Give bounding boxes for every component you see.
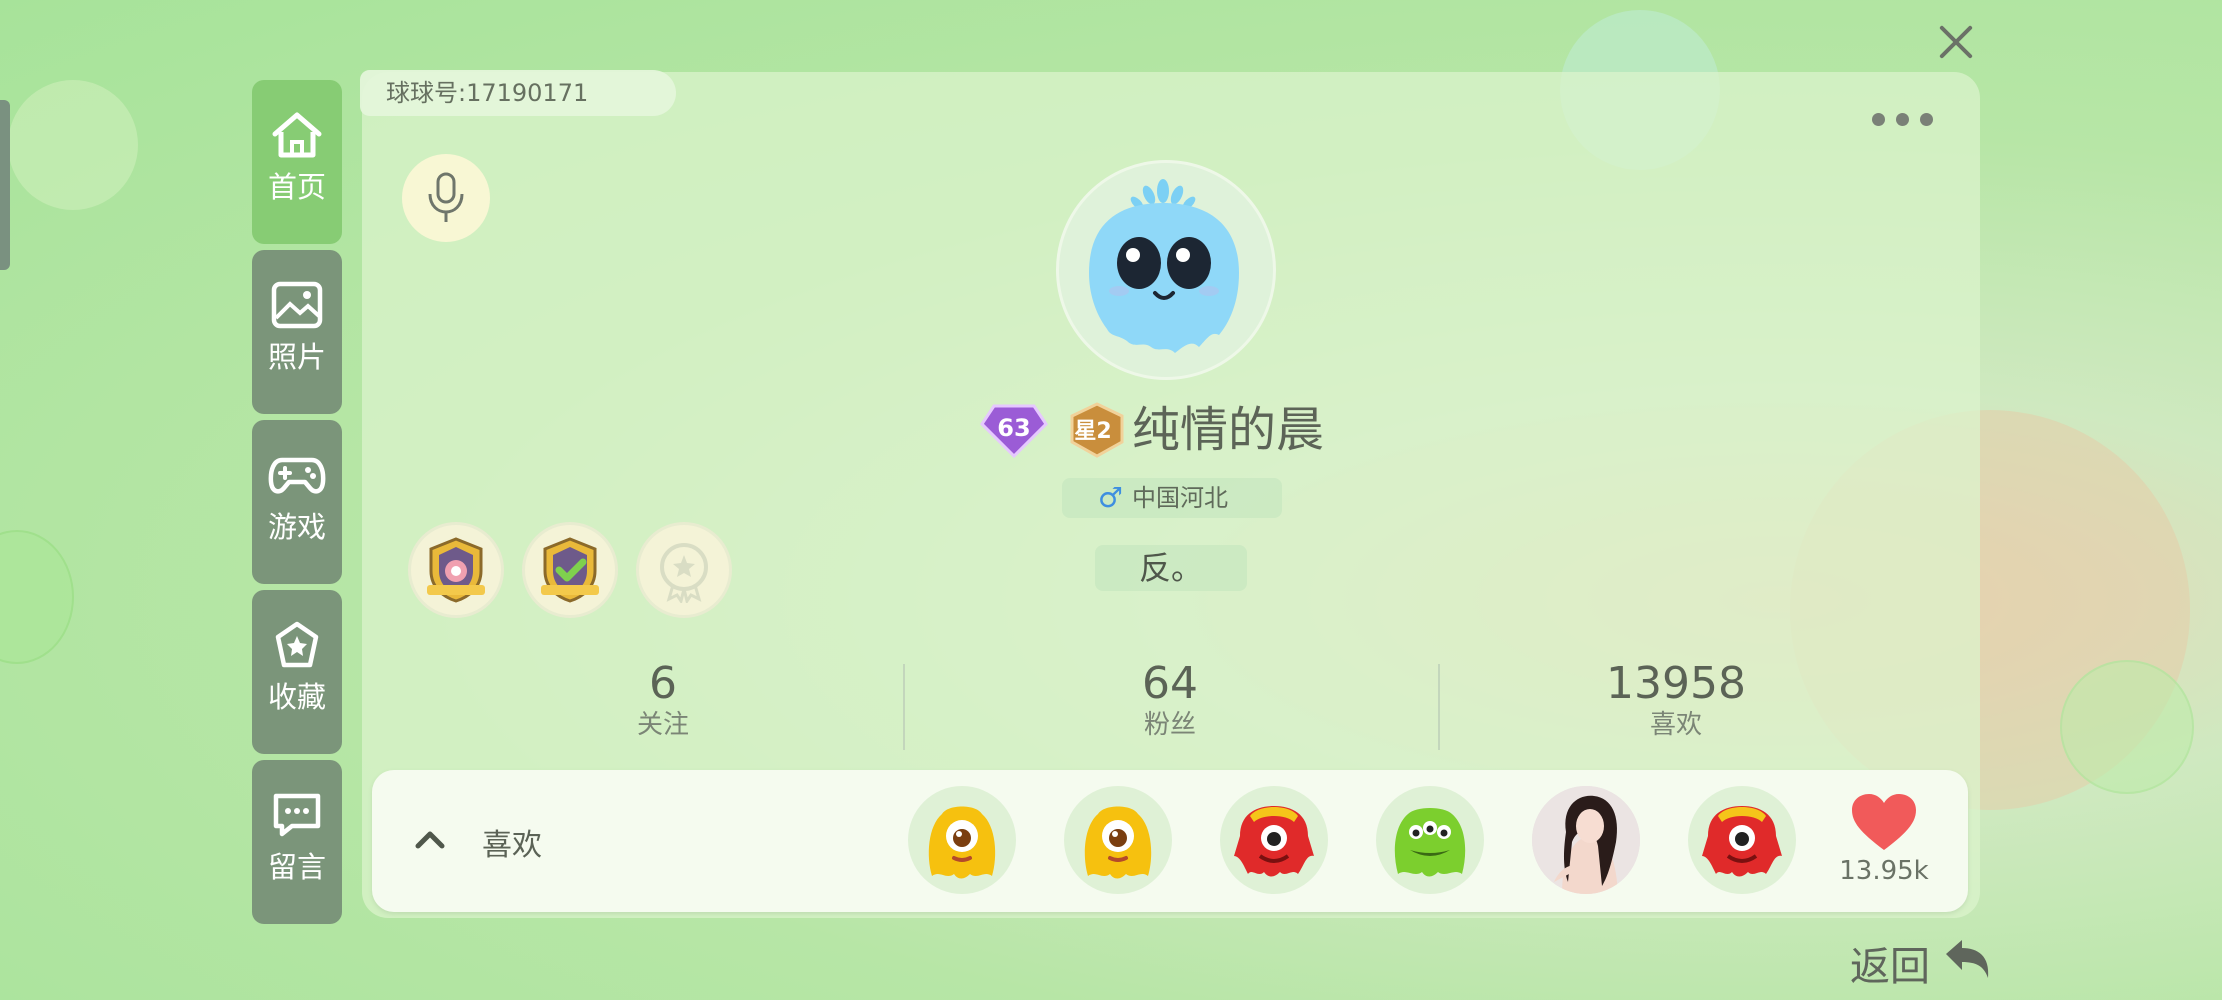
- empty-medal-icon: [660, 543, 708, 603]
- more-dot-icon: [1872, 113, 1885, 126]
- back-button[interactable]: 返回: [1850, 930, 2000, 990]
- nickname-row: 63 星2 纯情的晨: [980, 398, 1400, 462]
- yellow-monster-icon: [1084, 806, 1152, 879]
- green-monster-icon: [1394, 808, 1466, 877]
- medal-badge[interactable]: [522, 522, 618, 618]
- sidebar-item-favorites[interactable]: 收藏: [252, 590, 342, 754]
- liker-avatar[interactable]: [1064, 786, 1172, 894]
- sidebar-item-label: 首页: [267, 170, 326, 204]
- avatar[interactable]: [1056, 160, 1276, 380]
- stat-divider: [1438, 664, 1440, 750]
- likes-label: 喜欢: [482, 828, 542, 863]
- stat-label: 关注: [636, 710, 689, 740]
- home-icon: [272, 112, 322, 158]
- level-badge-icon: 63: [980, 404, 1048, 458]
- photo-avatar-icon: [1532, 786, 1640, 894]
- image-icon: [271, 281, 323, 329]
- liker-avatar[interactable]: [908, 786, 1016, 894]
- like-button[interactable]: 13.95k: [1834, 792, 1934, 892]
- lollipop-medal-icon: [427, 537, 485, 603]
- likes-collapse-toggle[interactable]: 喜欢: [412, 816, 572, 866]
- likes-bar: 喜欢 13.95k: [372, 770, 1968, 912]
- stat-following[interactable]: 6 关注: [513, 660, 813, 742]
- liker-avatar[interactable]: [1688, 786, 1796, 894]
- background-bubble: [0, 530, 74, 664]
- red-monster-icon: [1234, 806, 1314, 877]
- sidebar-item-label: 留言: [267, 850, 326, 884]
- liker-avatar[interactable]: [1376, 786, 1484, 894]
- stat-followers[interactable]: 64 粉丝: [1020, 660, 1320, 742]
- stat-value: 64: [1142, 658, 1198, 709]
- sidebar-item-label: 照片: [267, 340, 326, 374]
- nickname: 纯情的晨: [1132, 402, 1325, 458]
- microphone-icon: [428, 172, 464, 222]
- liker-avatar[interactable]: [1532, 786, 1640, 894]
- more-options-button[interactable]: [1872, 108, 1938, 128]
- medal-badge[interactable]: [408, 522, 504, 618]
- sidebar-item-home[interactable]: 首页: [252, 80, 342, 244]
- yellow-monster-icon: [928, 806, 996, 879]
- star-icon: [275, 621, 319, 668]
- voice-button[interactable]: [402, 154, 490, 242]
- background-bubble: [8, 80, 138, 210]
- check-shield-medal-icon: [541, 537, 599, 603]
- location-text: 中国河北: [1132, 484, 1228, 512]
- level-number: 63: [997, 414, 1030, 442]
- heart-icon: [1852, 794, 1916, 850]
- sidebar-item-label: 游戏: [267, 510, 326, 544]
- signature-text: 反。: [1095, 545, 1247, 591]
- like-count: 13.95k: [1839, 856, 1929, 886]
- jellyfish-avatar-icon: [1089, 179, 1239, 353]
- red-monster-icon: [1702, 806, 1782, 877]
- sidebar-item-messages[interactable]: 留言: [252, 760, 342, 924]
- sidebar-item-photos[interactable]: 照片: [252, 250, 342, 414]
- back-label: 返回: [1850, 944, 1930, 990]
- gamepad-icon: [268, 457, 326, 494]
- sidebar-item-label: 收藏: [267, 680, 326, 714]
- stat-value: 13958: [1606, 658, 1746, 709]
- chevron-up-icon: [415, 831, 445, 849]
- sidebar-item-games[interactable]: 游戏: [252, 420, 342, 584]
- stat-divider: [903, 664, 905, 750]
- medal-badge-empty[interactable]: [636, 522, 732, 618]
- stat-label: 喜欢: [1649, 710, 1702, 740]
- close-icon[interactable]: [1930, 16, 1982, 68]
- return-arrow-icon: [1946, 940, 1989, 978]
- stat-label: 粉丝: [1143, 710, 1196, 740]
- more-dot-icon: [1896, 113, 1909, 126]
- more-dot-icon: [1920, 113, 1933, 126]
- rank-badge-icon: 星2: [1070, 402, 1124, 458]
- male-gender-icon: ♂: [1098, 481, 1124, 514]
- message-icon: [273, 793, 321, 837]
- stat-likes[interactable]: 13958 喜欢: [1526, 660, 1826, 742]
- location-tag: ♂ 中国河北: [1062, 478, 1282, 518]
- rank-badge-text: 星2: [1074, 419, 1111, 444]
- stat-value: 6: [649, 658, 677, 709]
- user-id-label: 球球号:17190171: [360, 70, 676, 116]
- edge-handle: [0, 100, 10, 270]
- background-bubble: [2060, 660, 2194, 794]
- liker-avatar[interactable]: [1220, 786, 1328, 894]
